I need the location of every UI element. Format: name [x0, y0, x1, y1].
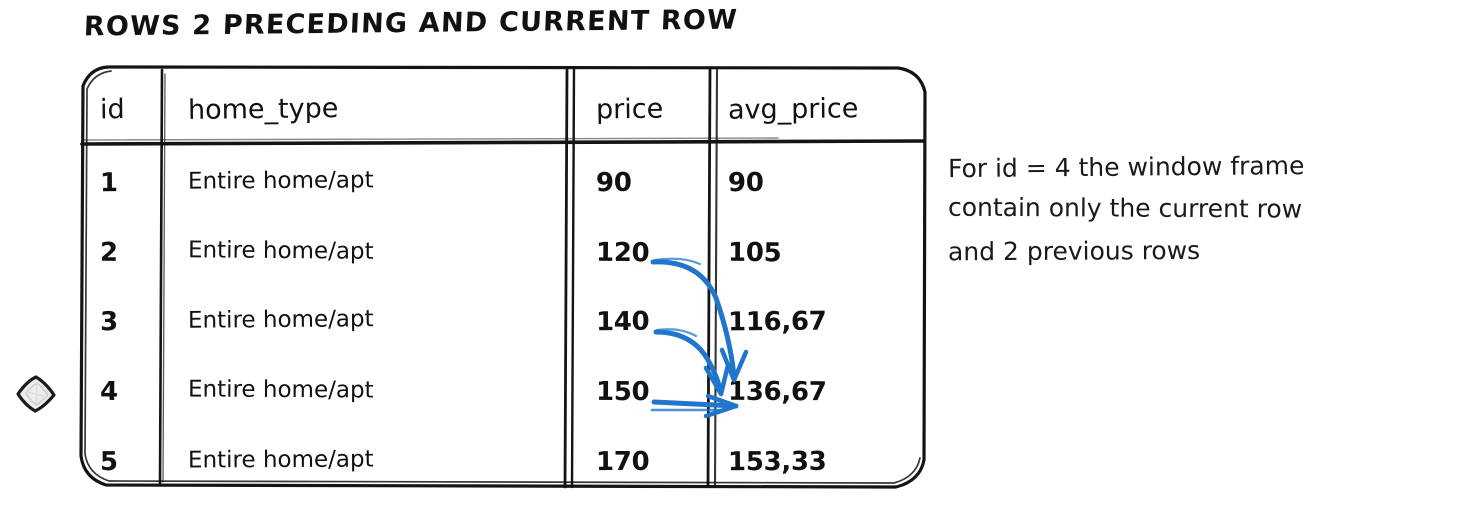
table-row: 1: [99, 168, 119, 199]
table-row: 140: [595, 306, 650, 338]
annotation-line-3: and 2 previous rows: [947, 235, 1201, 267]
table-borders: [79, 65, 927, 489]
table-row: 116,67: [727, 306, 827, 338]
table-row: Entire home/apt: [187, 167, 374, 195]
page-title: ROWS 2 PRECEDING AND CURRENT ROW: [83, 4, 739, 43]
table-row: Entire home/apt: [187, 237, 374, 265]
table-row: 90: [595, 167, 632, 199]
table-row: 136,67: [727, 376, 827, 408]
table-row: 150: [595, 376, 650, 408]
table-row: 105: [727, 237, 782, 269]
annotation-text: For id = 4 the window frame contain only…: [948, 146, 1448, 272]
annotation-line-2: contain only the current row: [947, 192, 1303, 224]
table-row: 153,33: [727, 446, 827, 478]
table-row: 170: [595, 446, 650, 478]
table-row: 4: [99, 376, 119, 407]
column-header-home-type: home_type: [187, 93, 339, 126]
diamond-marker-glyph: [16, 375, 56, 413]
table-row: 90: [727, 167, 764, 199]
table-row: Entire home/apt: [187, 446, 374, 474]
column-header-price: price: [595, 93, 664, 126]
table-row: 120: [595, 237, 650, 269]
table-row: 3: [99, 307, 119, 338]
result-table: id home_type price avg_price 1 Entire ho…: [78, 64, 928, 489]
table-row: Entire home/apt: [187, 306, 374, 334]
column-header-avg-price: avg_price: [727, 93, 859, 126]
table-row: 5: [99, 447, 119, 478]
annotation-line-1: For id = 4 the window frame: [947, 151, 1305, 184]
table-row: 2: [99, 237, 119, 268]
column-header-id: id: [99, 94, 125, 126]
table-row: Entire home/apt: [187, 376, 374, 404]
diamond-marker: [14, 372, 58, 416]
